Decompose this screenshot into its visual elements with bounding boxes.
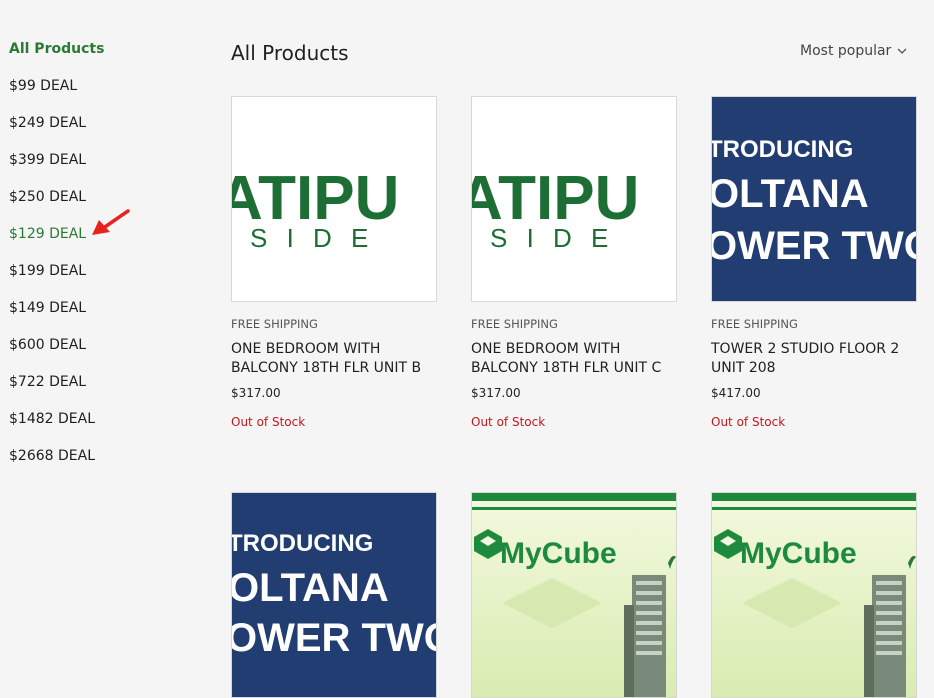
product-name[interactable]: ONE BEDROOM WITH BALCONY 18TH FLR UNIT C (471, 340, 677, 378)
poster-text-1: TRODUCING (712, 136, 853, 163)
sidebar-item-199-deal[interactable]: $199 DEAL (9, 262, 169, 299)
logo-subtext: S I D E (250, 223, 374, 253)
sidebar-item-149-deal[interactable]: $149 DEAL (9, 299, 169, 336)
stock-status: Out of Stock (711, 415, 786, 429)
product-price: $317.00 (231, 386, 281, 400)
sidebar-item-722-deal[interactable]: $722 DEAL (9, 373, 169, 410)
sidebar-item-250-deal[interactable]: $250 DEAL (9, 188, 169, 225)
poster-text-3: OWER TWO (712, 224, 916, 268)
sidebar-item-399-deal[interactable]: $399 DEAL (9, 151, 169, 188)
sidebar-item-1482-deal[interactable]: $1482 DEAL (9, 410, 169, 447)
product-image[interactable]: ATIPU S I D E (471, 96, 677, 302)
product-card[interactable]: ATIPU S I D E FREE SHIPPING ONE BEDROOM … (471, 96, 677, 430)
sort-label: Most popular (800, 43, 892, 59)
stock-status: Out of Stock (471, 415, 546, 429)
poster-text-2: OLTANA (712, 172, 869, 216)
product-card[interactable]: TRODUCING OLTANA OWER TWO FREE SHIPPING … (711, 96, 917, 430)
shipping-label: FREE SHIPPING (711, 317, 798, 331)
product-card[interactable]: MyCube (471, 492, 677, 698)
product-card[interactable]: MyCube (711, 492, 917, 698)
shipping-label: FREE SHIPPING (231, 317, 318, 331)
annotation-arrow-icon (92, 209, 130, 235)
sidebar-item-249-deal[interactable]: $249 DEAL (9, 114, 169, 151)
logo-text: MyCube (740, 537, 857, 570)
product-image[interactable]: TRODUCING OLTANA OWER TWO (231, 492, 437, 698)
shipping-label: FREE SHIPPING (471, 317, 558, 331)
sidebar-item-99-deal[interactable]: $99 DEAL (9, 77, 169, 114)
product-name[interactable]: TOWER 2 STUDIO FLOOR 2 UNIT 208 (711, 340, 917, 378)
chevron-down-icon (897, 48, 907, 54)
sidebar-item-129-deal[interactable]: $129 DEAL (9, 225, 169, 262)
sort-dropdown[interactable]: Most popular (800, 41, 907, 61)
sidebar-item-600-deal[interactable]: $600 DEAL (9, 336, 169, 373)
category-sidebar: All Products $99 DEAL $249 DEAL $399 DEA… (9, 40, 169, 484)
logo-text: MyCube (500, 537, 617, 570)
logo-subtext: S I D E (490, 223, 614, 253)
product-card[interactable]: TRODUCING OLTANA OWER TWO (231, 492, 437, 698)
product-price: $317.00 (471, 386, 521, 400)
product-image[interactable]: ATIPU S I D E (231, 96, 437, 302)
page-title: All Products (231, 41, 349, 65)
sidebar-item-2668-deal[interactable]: $2668 DEAL (9, 447, 169, 484)
poster-text-3: OWER TWO (232, 616, 436, 660)
product-name[interactable]: ONE BEDROOM WITH BALCONY 18TH FLR UNIT B (231, 340, 437, 378)
sidebar-item-all-products[interactable]: All Products (9, 40, 169, 77)
stock-status: Out of Stock (231, 415, 306, 429)
poster-text-1: TRODUCING (232, 530, 373, 557)
product-image[interactable]: TRODUCING OLTANA OWER TWO (711, 96, 917, 302)
poster-text-2: OLTANA (232, 566, 389, 610)
product-image[interactable]: MyCube (471, 492, 677, 698)
product-price: $417.00 (711, 386, 761, 400)
product-card[interactable]: ATIPU S I D E FREE SHIPPING ONE BEDROOM … (231, 96, 437, 430)
product-image[interactable]: MyCube (711, 492, 917, 698)
